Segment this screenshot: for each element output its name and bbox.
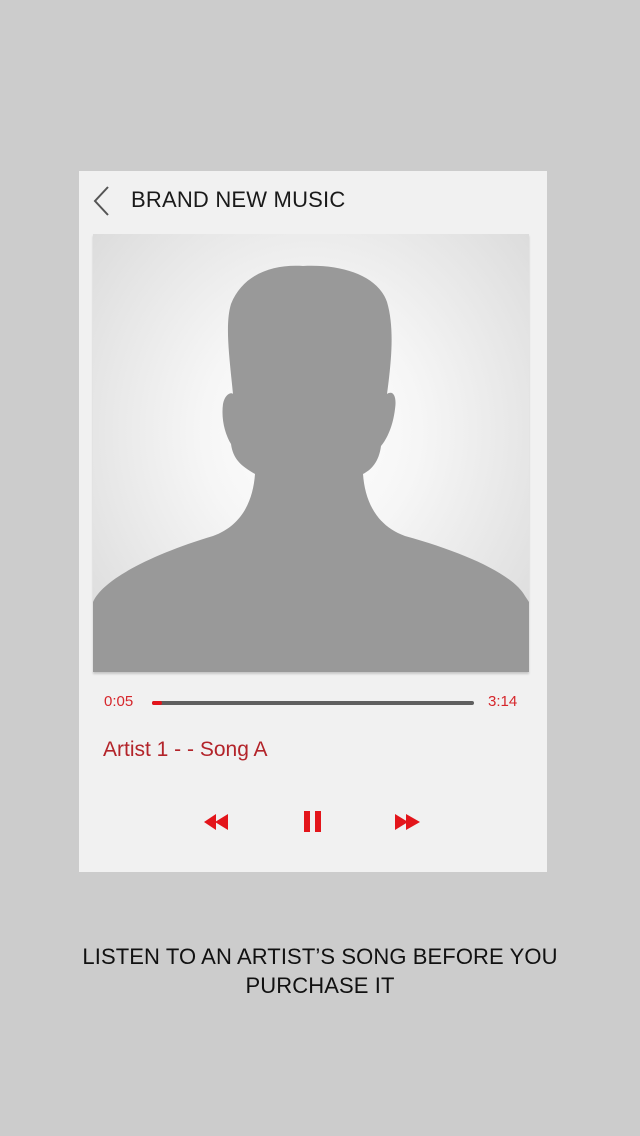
track-title: Artist 1 - - Song A [103,738,268,761]
header-bar: BRAND NEW MUSIC [79,171,547,231]
elapsed-time: 0:05 [104,693,134,710]
feature-caption: LISTEN TO AN ARTIST’S SONG BEFORE YOU PU… [40,942,600,1000]
pause-button[interactable] [295,807,331,837]
music-player-card: BRAND NEW MUSIC 0:05 3:14 Artist 1 - - S… [79,171,547,872]
seek-bar[interactable] [152,701,474,705]
rewind-icon [200,807,236,837]
fast-forward-icon [389,807,425,837]
rewind-button[interactable] [200,807,236,837]
caption-line-2: PURCHASE IT [245,973,395,998]
page-title: BRAND NEW MUSIC [131,187,346,212]
back-button[interactable] [89,183,115,219]
pause-icon [295,807,331,837]
caption-line-1: LISTEN TO AN ARTIST’S SONG BEFORE YOU [82,944,558,969]
total-duration: 3:14 [488,693,518,710]
chevron-left-icon [89,183,115,219]
fast-forward-button[interactable] [389,807,425,837]
seek-bar-fill [152,701,162,705]
person-silhouette-icon [93,265,529,672]
album-artwork [93,234,529,672]
